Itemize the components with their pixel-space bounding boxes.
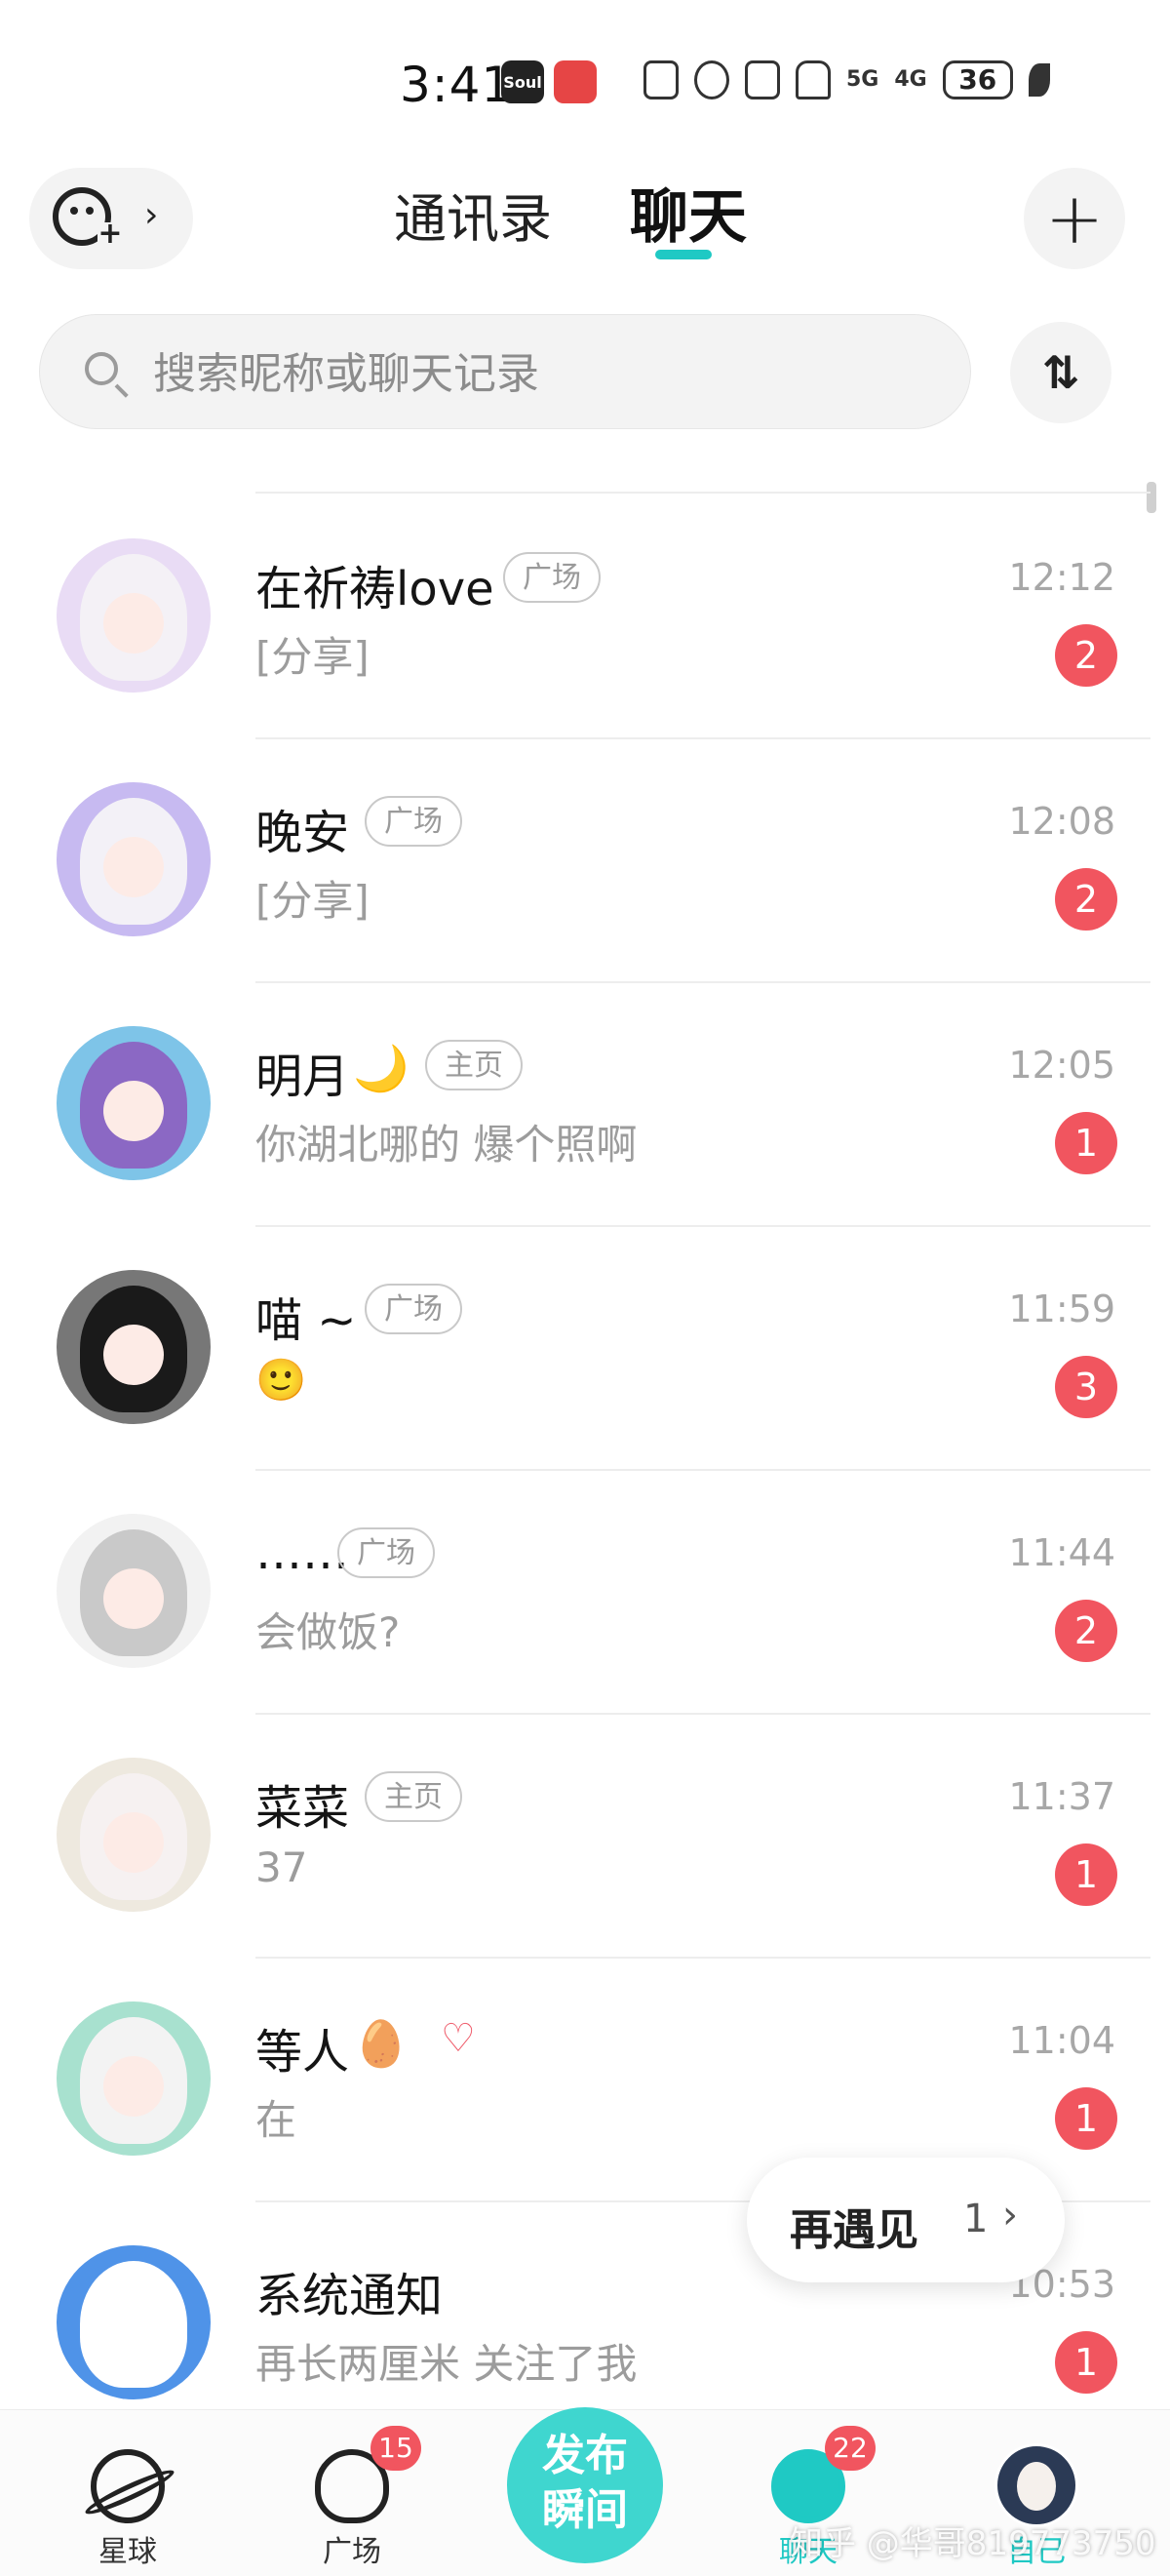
sort-button[interactable]: ⇅ xyxy=(1010,322,1112,423)
nav-planet[interactable]: 星球 xyxy=(45,2410,211,2576)
tab-contacts[interactable]: 通讯录 xyxy=(394,176,552,253)
active-tab-indicator xyxy=(655,250,712,259)
plus-icon: + xyxy=(1044,178,1105,259)
source-tag: 主页 xyxy=(425,1040,523,1090)
chat-preview: 你湖北哪的 爆个照啊 xyxy=(255,1121,638,1169)
avatar[interactable] xyxy=(57,538,211,693)
avatar[interactable] xyxy=(57,1758,211,1912)
leaf-icon xyxy=(1028,63,1050,97)
battery-icon: 36 xyxy=(942,60,1013,99)
chat-item[interactable]: 明月 🌙 主页 你湖北哪的 爆个照啊 12:05 1 xyxy=(0,983,1170,1227)
search-icon xyxy=(85,352,118,385)
chat-preview: [分享] xyxy=(255,877,370,925)
chat-name: 在祈祷love xyxy=(255,562,494,616)
source-tag: 广场 xyxy=(503,552,601,603)
chat-preview: 会做饭? xyxy=(255,1608,401,1656)
search-input[interactable] xyxy=(151,338,935,409)
planet-icon xyxy=(91,2449,165,2523)
chat-time: 11:04 xyxy=(1008,2019,1115,2062)
avatar[interactable] xyxy=(57,2001,211,2156)
chat-item[interactable]: …… 广场 会做饭? 11:44 2 xyxy=(0,1471,1170,1715)
sort-arrows-icon: ⇅ xyxy=(1041,346,1080,399)
publish-label-1: 发布 xyxy=(542,2431,628,2480)
chat-preview: 再长两厘米 关注了我 xyxy=(255,2340,638,2388)
nav-label: 星球 xyxy=(98,2535,157,2569)
reunion-count: 1 xyxy=(963,2197,989,2241)
signal-5g-icon: 5G xyxy=(846,67,879,92)
unread-badge: 1 xyxy=(1055,1843,1117,1906)
chat-preview: [分享] xyxy=(255,633,370,681)
chat-time: 11:59 xyxy=(1008,1288,1115,1330)
nfc-icon xyxy=(644,60,679,99)
chat-name: …… xyxy=(255,1526,349,1580)
chat-item[interactable]: 喵 ~ 广场 🙂 11:59 3 xyxy=(0,1227,1170,1471)
divider xyxy=(255,492,1150,494)
source-tag: 广场 xyxy=(365,796,462,847)
plus-icon: + xyxy=(98,217,123,251)
source-tag: 广场 xyxy=(337,1527,435,1578)
chat-time: 12:08 xyxy=(1008,800,1115,843)
avatar[interactable] xyxy=(57,782,211,936)
status-bar: 3:41 Soul 5G 4G 36 xyxy=(0,0,1170,156)
egg-icon: 🥚 xyxy=(353,2017,410,2070)
chat-item[interactable]: 晚安 广场 [分享] 12:08 2 xyxy=(0,739,1170,983)
signal-4g-icon: 4G xyxy=(894,67,927,92)
chat-name: 菜菜 xyxy=(255,1781,350,1836)
chat-name: 喵 ~ xyxy=(255,1293,357,1348)
chat-name: 晚安 xyxy=(255,806,350,860)
reunion-label: 再遇见 xyxy=(790,2205,918,2255)
chat-preview: 在 xyxy=(255,2096,297,2144)
unread-badge: 3 xyxy=(1055,1356,1117,1418)
mute-icon xyxy=(796,60,831,99)
chat-time: 12:12 xyxy=(1008,556,1115,599)
unread-badge: 2 xyxy=(1055,1600,1117,1662)
chat-name: 明月 xyxy=(255,1050,350,1104)
source-tag: 广场 xyxy=(365,1284,462,1334)
chat-preview: 37 xyxy=(255,1843,308,1891)
reunion-button[interactable]: 再遇见 1 › xyxy=(747,2158,1065,2282)
chat-time: 12:05 xyxy=(1008,1044,1115,1087)
avatar[interactable] xyxy=(57,1026,211,1180)
nav-square[interactable]: 15 广场 xyxy=(269,2410,435,2576)
search-bar[interactable] xyxy=(39,314,971,429)
chevron-right-icon: › xyxy=(1002,2193,1018,2238)
chat-time: 11:44 xyxy=(1008,1531,1115,1574)
chat-name: 等人 xyxy=(255,2025,350,2080)
profile-switch-button[interactable]: + › xyxy=(29,168,193,269)
alarm-icon xyxy=(694,60,729,99)
nav-badge: 15 xyxy=(370,2426,421,2471)
add-button[interactable]: + xyxy=(1024,168,1125,269)
unread-badge: 2 xyxy=(1055,624,1117,687)
publish-label-2: 瞬间 xyxy=(542,2485,628,2535)
nav-badge: 22 xyxy=(825,2426,876,2471)
source-tag: 主页 xyxy=(365,1771,462,1822)
chat-preview: 🙂 xyxy=(255,1356,307,1404)
heart-icon: ♡ xyxy=(441,2016,476,2061)
chat-item[interactable]: 菜菜 主页 37 11:37 1 xyxy=(0,1715,1170,1959)
soul-app-icon: Soul xyxy=(501,60,544,103)
chat-time: 11:37 xyxy=(1008,1775,1115,1818)
unread-badge: 1 xyxy=(1055,1112,1117,1174)
nav-label: 广场 xyxy=(323,2535,381,2569)
tab-chat[interactable]: 聊天 xyxy=(630,170,747,255)
unread-badge: 2 xyxy=(1055,868,1117,931)
unread-badge: 1 xyxy=(1055,2331,1117,2394)
avatar[interactable] xyxy=(57,2245,211,2399)
status-icons: 5G 4G 36 xyxy=(644,60,1050,99)
avatar xyxy=(994,2443,1078,2527)
watermark: 知乎 @华哥819773750 xyxy=(790,2524,1156,2563)
unread-badge: 1 xyxy=(1055,2087,1117,2150)
moon-icon: 🌙 xyxy=(353,1042,410,1094)
avatar[interactable] xyxy=(57,1514,211,1668)
chat-list: 在祈祷love 广场 [分享] 12:12 2 晚安 广场 [分享] 12:08… xyxy=(0,495,1170,2446)
status-time: 3:41 xyxy=(400,57,514,113)
red-app-icon xyxy=(554,60,597,103)
chat-item[interactable]: 在祈祷love 广场 [分享] 12:12 2 xyxy=(0,495,1170,739)
chat-name: 系统通知 xyxy=(255,2269,444,2323)
publish-moment-button[interactable]: 发布 瞬间 xyxy=(507,2407,663,2563)
avatar[interactable] xyxy=(57,1270,211,1424)
bluetooth-icon xyxy=(745,60,780,99)
chevron-right-icon: › xyxy=(144,195,159,235)
